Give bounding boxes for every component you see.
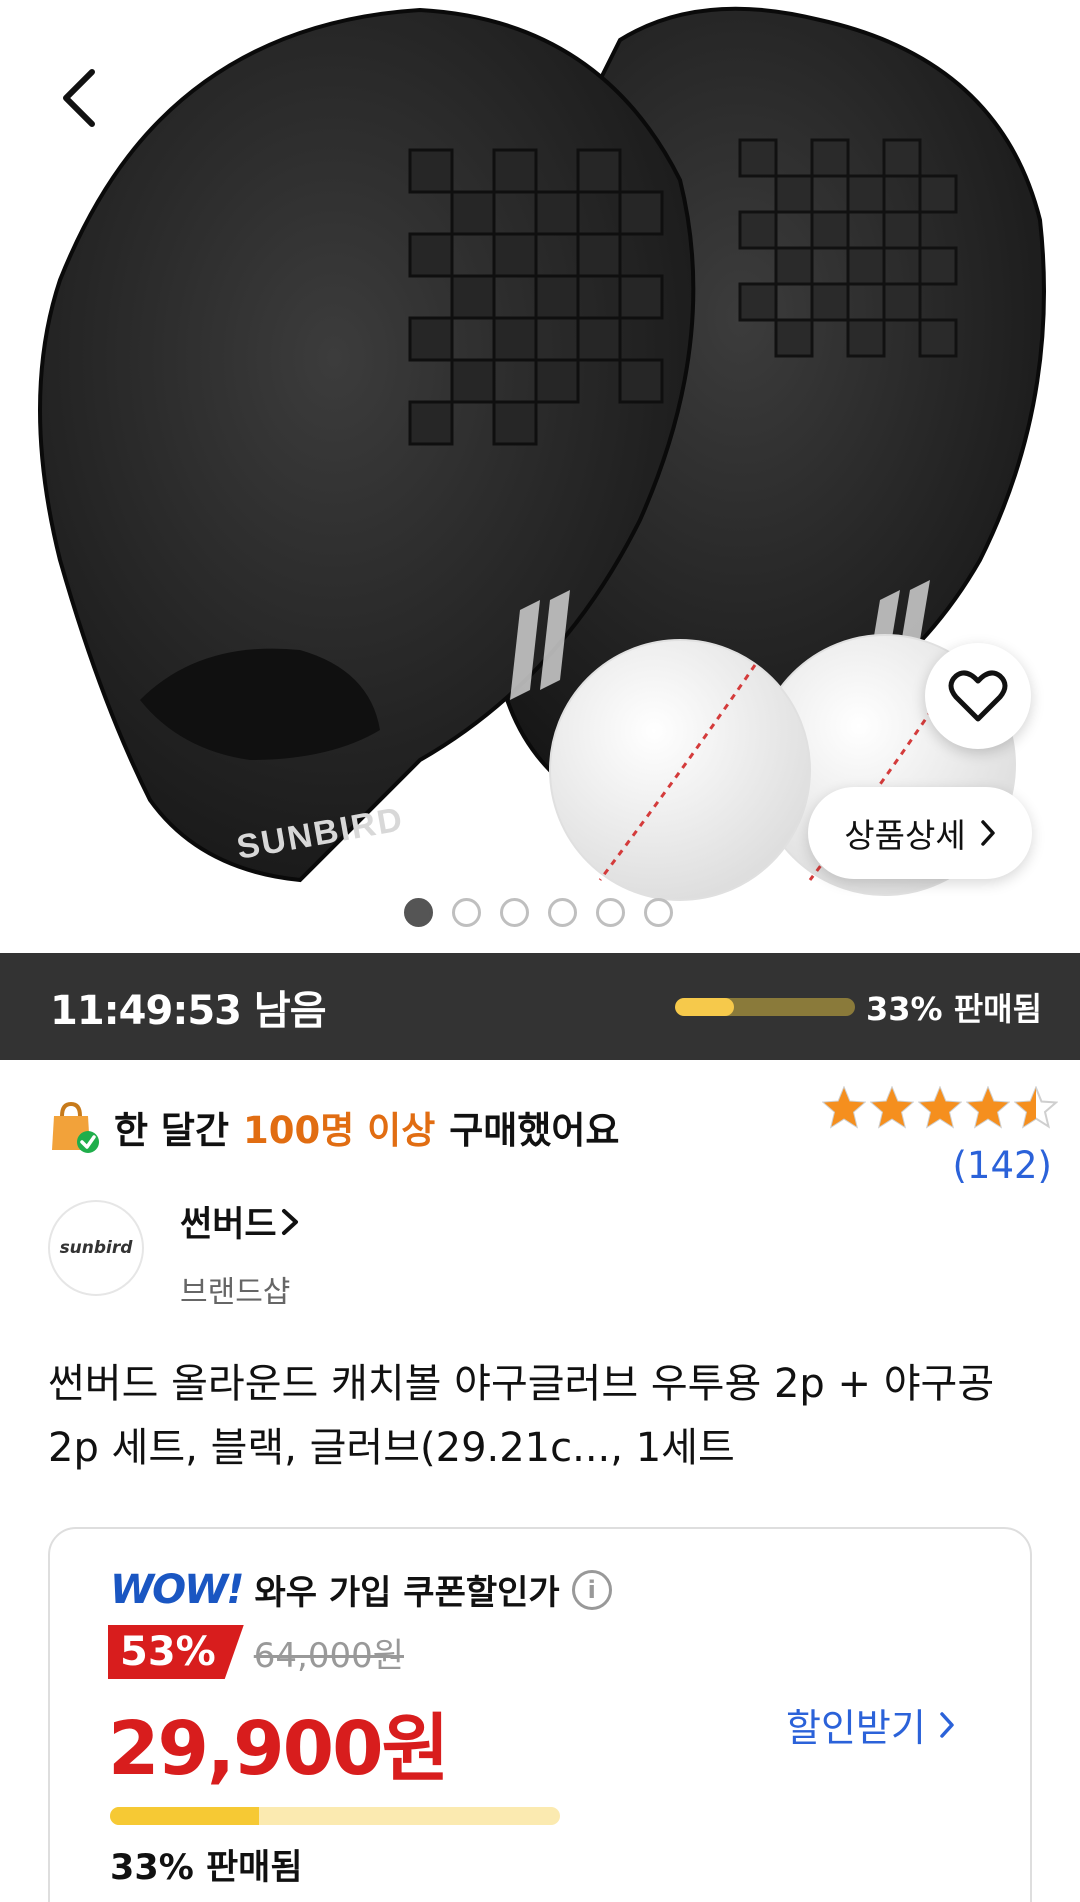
discount-badge: 53% [108,1625,244,1679]
star-icon [918,1086,962,1129]
coupon-price-box: WOW! 와우 가입 쿠폰할인가 i 53% 64,000원 29,900원 할… [48,1527,1032,1902]
coupon-label: 와우 가입 쿠폰할인가 [254,1573,560,1613]
sold-progress-bar [675,998,855,1016]
star-icon [870,1086,914,1129]
chevron-right-icon [281,1208,298,1235]
final-price: 29,900원 [108,1706,450,1792]
deal-timer-bar: 11:49:53 남음 33% 판매됨 [0,953,1080,1060]
star-icon [822,1086,866,1129]
review-count[interactable]: (142) [788,1144,1053,1187]
product-title: 썬버드 올라운드 캐치볼 야구글러브 우투용 2p + 야구공 2p 세트, 블… [48,1361,995,1471]
product-image-carousel[interactable]: SUNBIRD 상품상세 [0,0,1080,953]
product-detail-button[interactable]: 상품상세 [808,787,1032,879]
back-button[interactable] [52,62,116,134]
wow-coupon-row: WOW! 와우 가입 쿠폰할인가 i [110,1565,612,1614]
purchase-suffix: 구매했어요 [449,1109,620,1152]
chevron-right-icon [940,1711,954,1738]
get-discount-label: 할인받기 [786,1706,926,1750]
star-icon [966,1086,1010,1129]
brand-name-label: 썬버드 [180,1205,277,1245]
shopping-bag-check-icon [52,1101,99,1153]
wow-logo: WOW! [110,1566,244,1613]
sold-percent: 33% 판매됨 [866,989,1043,1028]
coupon-sold-percent: 33% 판매됨 [110,1848,303,1888]
original-price: 64,000원 [253,1635,404,1676]
get-discount-button[interactable]: 할인받기 [786,1697,956,1752]
rating-summary[interactable]: (142) [788,1086,1058,1187]
carousel-dot[interactable] [548,898,577,927]
carousel-dot[interactable] [596,898,625,927]
price-row: 53% 64,000원 [108,1625,404,1679]
chevron-left-icon [63,69,95,127]
purchase-notice: 한 달간 100명 이상 구매했어요 [48,1100,619,1154]
brand-logo-text: sunbird [59,1238,133,1258]
brand-shop-label: 브랜드샵 [180,1275,291,1310]
carousel-dot[interactable] [452,898,481,927]
carousel-dot[interactable] [404,898,433,927]
purchase-highlight: 100명 이상 [243,1109,436,1152]
coupon-sold-progress-bar [110,1807,560,1825]
sold-progress-fill [675,998,735,1016]
purchase-prefix: 한 달간 [114,1109,230,1152]
time-remaining: 11:49:53 남음 [50,987,327,1034]
carousel-indicator[interactable] [404,898,673,927]
coupon-sold-progress-fill [110,1807,259,1825]
brand-shop-link[interactable]: sunbird 썬버드 브랜드샵 [48,1200,298,1310]
star-rating [788,1086,1058,1130]
heart-icon [948,670,1008,722]
carousel-dot[interactable] [500,898,529,927]
carousel-dot[interactable] [644,898,673,927]
product-detail-label: 상품상세 [844,816,966,855]
brand-logo: sunbird [48,1200,144,1296]
brand-name[interactable]: 썬버드 [180,1196,301,1247]
info-icon[interactable]: i [571,1569,612,1610]
chevron-right-icon [980,820,995,846]
star-icon [1014,1086,1058,1129]
wishlist-button[interactable] [925,643,1031,749]
